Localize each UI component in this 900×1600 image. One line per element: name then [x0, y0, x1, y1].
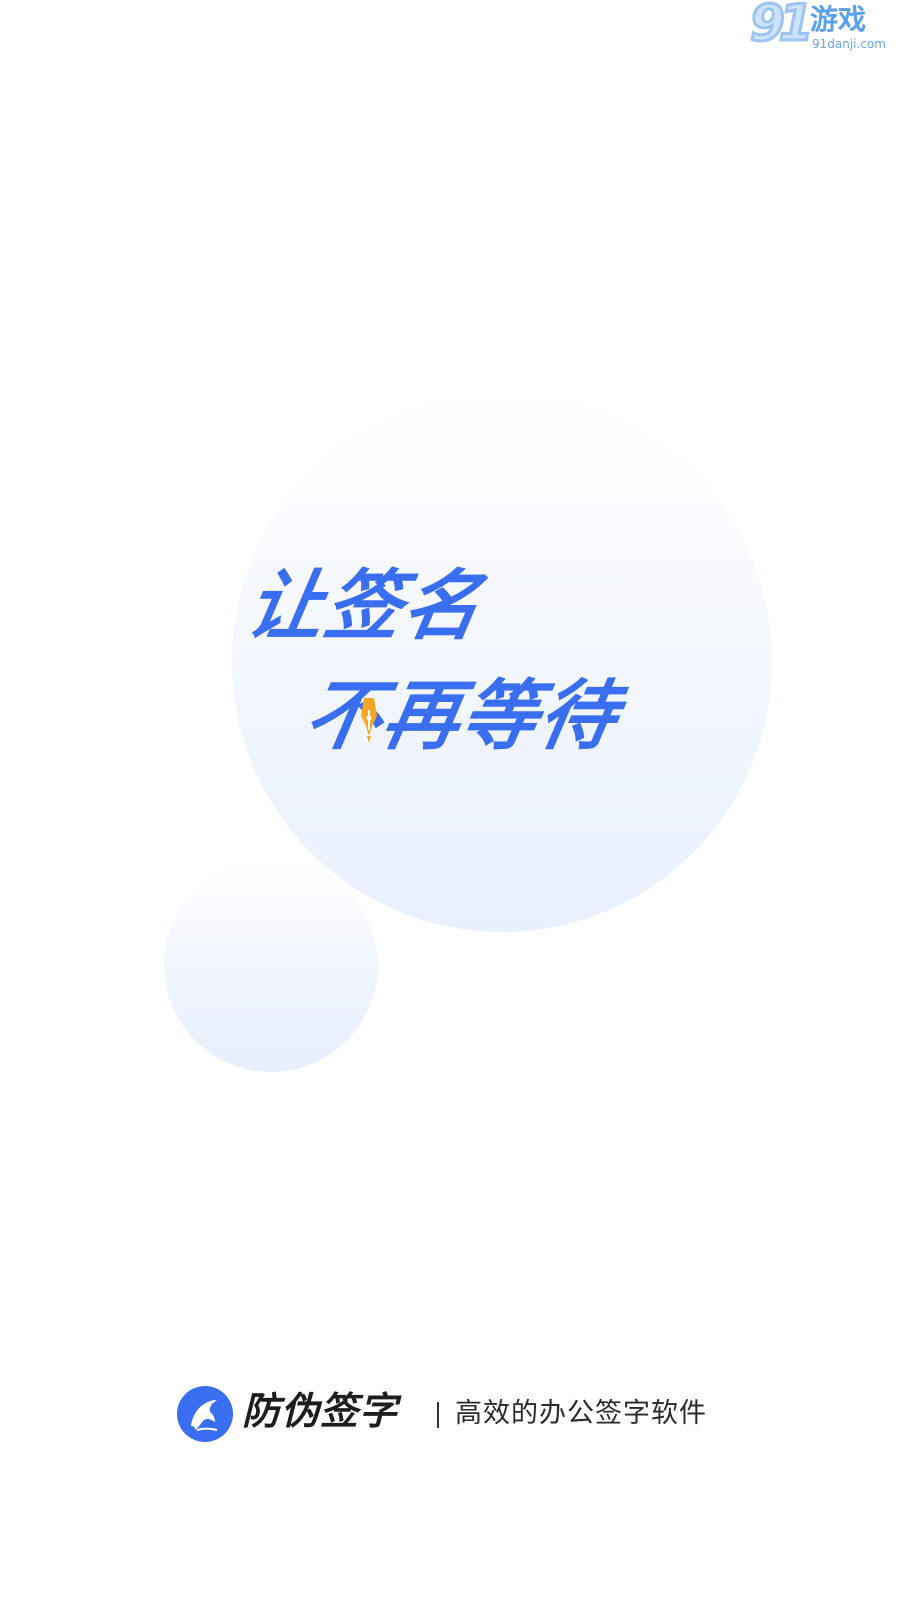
watermark-site: 91danji.com	[812, 37, 886, 51]
slogan-line-1: 让签名	[240, 561, 490, 650]
watermark-label: 游戏	[810, 3, 867, 36]
splash-screen: 91 游戏 91danji.com 让签名 不再等待 防伪签字 高效的办公签字软…	[0, 0, 900, 1600]
decorative-circle-large	[232, 392, 772, 932]
dolphin-icon	[191, 1400, 218, 1431]
slogan-line-2: 不再等待	[298, 671, 626, 760]
watermark-logo: 91 游戏 91danji.com	[749, 0, 886, 54]
brand-name: 防伪签字	[242, 1389, 399, 1433]
divider	[437, 1402, 439, 1428]
brand-tagline: 高效的办公签字软件	[455, 1398, 707, 1429]
pen-nib-icon	[361, 698, 377, 743]
app-logo	[177, 1386, 233, 1442]
watermark-number: 91	[749, 0, 816, 52]
footer-brand: 防伪签字 高效的办公签字软件	[0, 1384, 900, 1446]
decorative-circle-small	[164, 858, 378, 1072]
